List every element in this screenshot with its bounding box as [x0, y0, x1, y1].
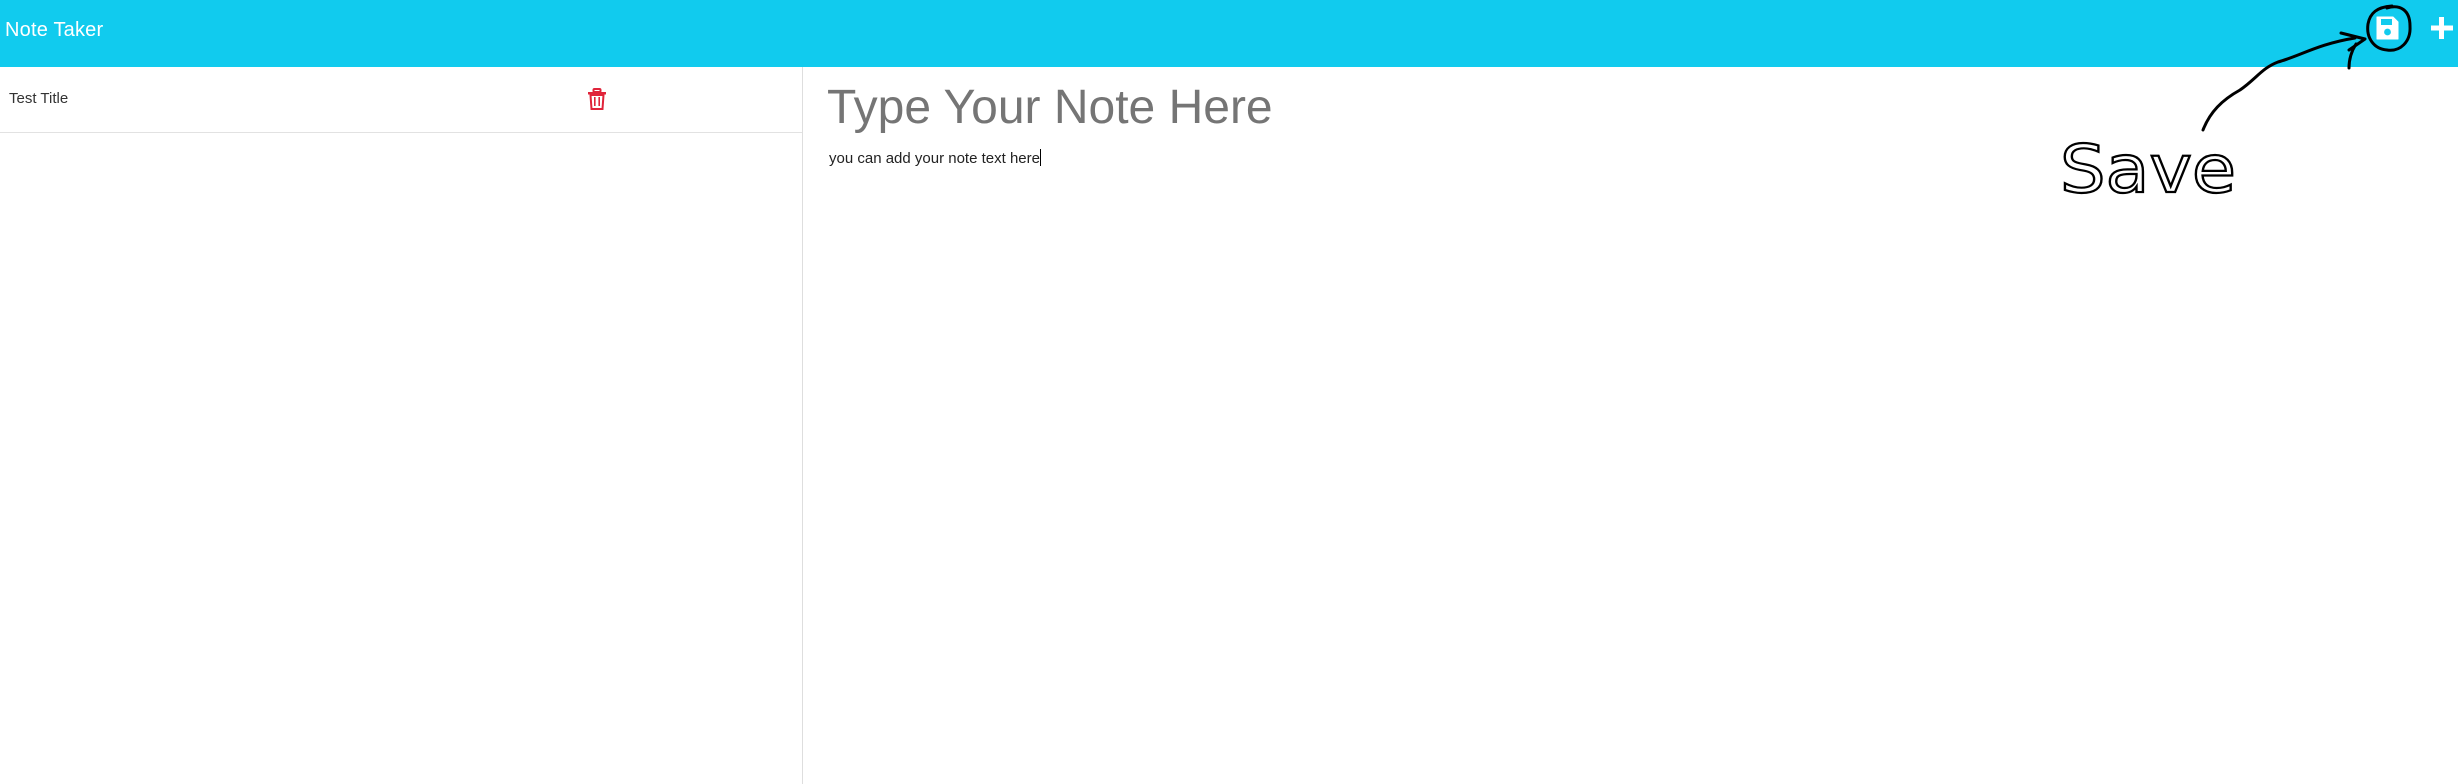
- save-note-button[interactable]: [2374, 14, 2400, 42]
- note-list-title[interactable]: Test Title: [9, 89, 68, 109]
- new-note-button[interactable]: [2428, 14, 2456, 42]
- note-text-value: you can add your note text here: [829, 150, 1040, 167]
- app-title[interactable]: Note Taker: [5, 16, 103, 44]
- note-editor: you can add your note text here: [803, 67, 2458, 784]
- floppy-disk-icon: [2376, 16, 2399, 40]
- note-text-area[interactable]: you can add your note text here: [829, 147, 1929, 171]
- delete-note-button[interactable]: [587, 87, 607, 111]
- plus-icon: [2431, 17, 2453, 39]
- notes-list: Test Title: [0, 67, 803, 784]
- navbar: Note Taker: [0, 0, 2458, 67]
- note-title-input[interactable]: [827, 77, 1927, 137]
- text-cursor: [1039, 149, 1041, 166]
- list-item[interactable]: Test Title: [0, 67, 802, 133]
- trash-icon: [588, 88, 606, 110]
